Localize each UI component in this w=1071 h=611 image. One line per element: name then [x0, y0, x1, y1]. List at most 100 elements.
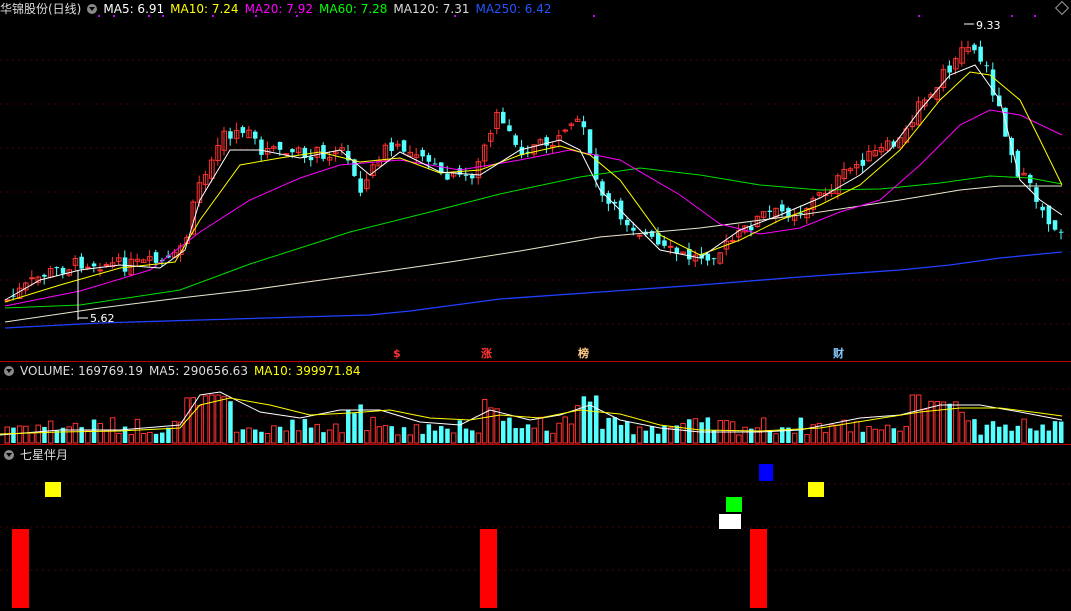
candle-body	[122, 257, 128, 272]
volume-bar	[23, 425, 29, 444]
volume-bar	[531, 427, 537, 444]
volume-bar	[321, 432, 326, 443]
candle-body	[54, 267, 60, 269]
volume-bar	[556, 422, 562, 444]
volume-bar	[853, 421, 860, 444]
volume-bar	[915, 394, 922, 444]
volume-bar	[903, 425, 909, 444]
volume-bar	[302, 419, 308, 443]
candle-body	[513, 135, 518, 145]
volume-bar	[283, 430, 289, 444]
event-tag-ranking[interactable]: 榜	[578, 346, 589, 360]
volume-bar	[997, 426, 1002, 443]
volume-bar	[884, 424, 891, 444]
volume-bar	[1021, 418, 1027, 444]
signal-bar-red	[12, 529, 29, 608]
volume-bar	[79, 427, 84, 443]
volume-bar	[959, 411, 965, 444]
volume-bar	[507, 417, 512, 443]
volume-bar	[308, 427, 314, 443]
candle-body	[240, 127, 246, 134]
volume-bar	[643, 430, 649, 443]
candle-body	[79, 256, 84, 269]
volume-bar	[233, 431, 240, 444]
candle-body	[780, 204, 785, 212]
volume-bar	[445, 428, 450, 443]
volume-bar	[128, 434, 134, 444]
candle-body	[470, 175, 475, 179]
volume-bar	[860, 431, 866, 443]
event-tag-limitup[interactable]: 涨	[481, 346, 492, 360]
volume-bar	[470, 430, 475, 443]
candle-body	[228, 131, 233, 139]
volume-bar	[699, 422, 704, 443]
volume-bar	[525, 424, 531, 443]
volume-bar	[426, 424, 432, 443]
event-tag-dividend[interactable]: $	[393, 347, 401, 360]
volume-bar	[618, 424, 624, 443]
signal-block-white	[719, 514, 741, 529]
stock-chart-canvas[interactable]: 9.33 5.62 $ 涨 榜 财	[0, 0, 1071, 611]
volume-bar	[16, 425, 23, 444]
volume-bar	[1015, 425, 1021, 443]
signal-block-blue	[759, 464, 773, 481]
volume-bar	[878, 429, 885, 444]
candle-body	[972, 44, 977, 51]
event-tag-finance[interactable]: 财	[832, 346, 844, 360]
volume-bar	[364, 430, 370, 444]
candle-body	[153, 252, 159, 263]
volume-bar	[352, 413, 357, 443]
candle-body	[631, 227, 636, 231]
volume-bar	[1034, 430, 1039, 443]
candle-body	[401, 140, 407, 152]
candle-body	[432, 163, 438, 165]
volume-bar	[649, 426, 655, 443]
candle-body	[587, 129, 593, 154]
volume-bar	[1052, 421, 1058, 443]
candle-body	[426, 155, 432, 162]
volume-ma10-line	[0, 397, 1063, 435]
volume-bar	[450, 432, 457, 444]
volume-bar	[829, 424, 835, 444]
volume-bar	[221, 396, 227, 444]
volume-bar	[401, 427, 407, 443]
volume-bar	[742, 426, 748, 444]
volume-bar	[804, 434, 810, 444]
volume-bar	[972, 419, 977, 443]
volume-bar	[680, 423, 686, 444]
volume-bar	[160, 432, 165, 443]
volume-bar	[909, 394, 916, 444]
candle-body	[594, 154, 599, 180]
volume-bar	[767, 431, 773, 443]
volume-bar	[1028, 428, 1033, 443]
candle-body	[253, 131, 258, 139]
volume-bar	[550, 432, 556, 444]
candle-body	[97, 269, 103, 272]
candle-body	[103, 264, 110, 267]
volume-bar	[934, 401, 940, 444]
volume-bar	[72, 422, 79, 444]
signal-block-green	[726, 497, 742, 512]
signal-block-yellow	[45, 482, 61, 497]
volume-bar	[333, 423, 339, 444]
candle-body	[860, 159, 866, 166]
volume-bar	[872, 428, 878, 444]
volume-bar	[594, 395, 599, 443]
signal-bar-red	[750, 529, 767, 608]
volume-bar	[1046, 430, 1052, 443]
volume-bar	[413, 424, 420, 444]
volume-bar	[1003, 424, 1008, 443]
volume-bar	[420, 433, 425, 443]
volume-bar	[389, 426, 394, 443]
volume-bar	[215, 394, 221, 444]
volume-bar	[97, 422, 103, 444]
candle-body	[625, 219, 630, 226]
volume-bar	[259, 431, 264, 443]
volume-bar	[475, 432, 482, 444]
volume-bar	[346, 410, 351, 443]
volume-bar	[85, 430, 91, 444]
volume-bar	[773, 433, 779, 444]
volume-bar	[736, 434, 742, 444]
candle-body	[990, 69, 996, 96]
volume-bar	[407, 434, 413, 444]
